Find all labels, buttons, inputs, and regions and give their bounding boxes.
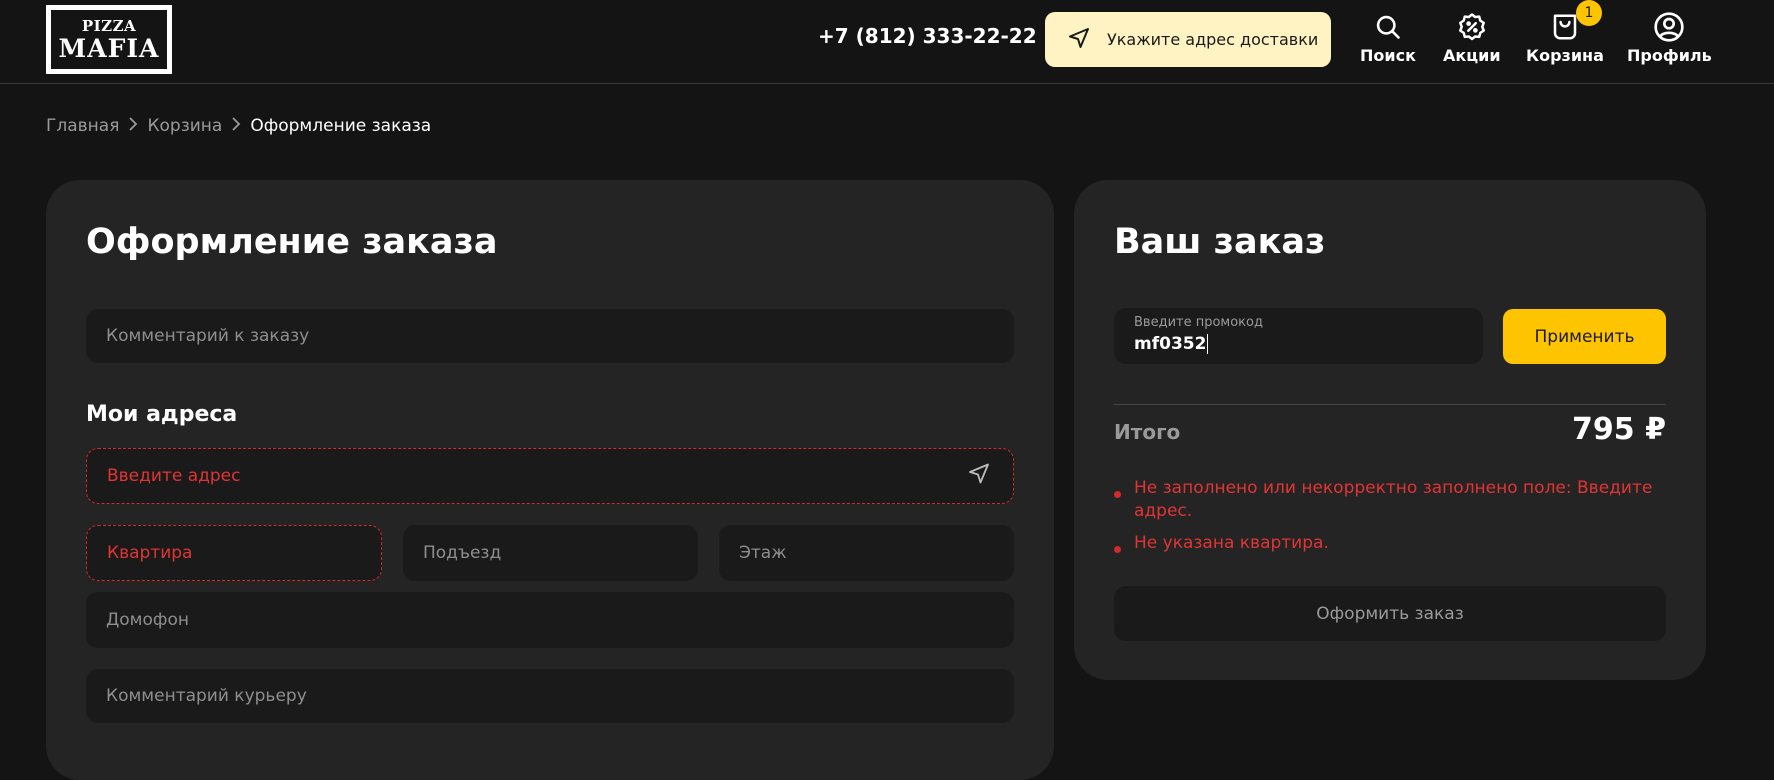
place-order-button[interactable]: Оформить заказ <box>1114 586 1666 641</box>
promo-code-value-wrap: mf0352 <box>1134 334 1209 354</box>
nav-profile-label: Профиль <box>1627 46 1712 65</box>
intercom-placeholder: Домофон <box>106 610 189 630</box>
nav-cart-label: Корзина <box>1526 46 1604 65</box>
nav-profile[interactable]: Профиль <box>1627 10 1712 65</box>
breadcrumb: Главная Корзина Оформление заказа <box>46 116 431 136</box>
order-comment-placeholder: Комментарий к заказу <box>106 326 310 346</box>
breadcrumb-current: Оформление заказа <box>250 116 432 136</box>
promo-code-field[interactable]: Введите промокод mf0352 <box>1114 308 1483 364</box>
search-icon <box>1371 10 1405 44</box>
error-message: Не заполнено или некорректно заполнено п… <box>1114 477 1666 523</box>
divider <box>1114 404 1666 405</box>
checkout-title: Оформление заказа <box>86 222 498 262</box>
order-summary-title: Ваш заказ <box>1114 222 1326 262</box>
header: PIZZA MAFIA +7 (812) 333-22-22 Укажите а… <box>0 0 1774 84</box>
location-arrow-icon[interactable] <box>967 462 991 491</box>
logo-line-2: MAFIA <box>58 33 160 63</box>
order-summary-card: Ваш заказ Введите промокод mf0352 Примен… <box>1074 180 1706 680</box>
nav-cart[interactable]: 1 Корзина <box>1526 0 1604 65</box>
checkout-form-card: Оформление заказа Комментарий к заказу М… <box>46 180 1054 780</box>
discount-icon <box>1455 10 1489 44</box>
address-placeholder: Введите адрес <box>107 466 241 486</box>
apartment-placeholder: Квартира <box>107 543 193 563</box>
nav-promotions[interactable]: Акции <box>1443 10 1501 65</box>
logo-line-1: PIZZA <box>81 16 137 35</box>
entrance-placeholder: Подъезд <box>423 543 502 563</box>
floor-field[interactable]: Этаж <box>719 525 1014 581</box>
nav-promotions-label: Акции <box>1443 46 1501 65</box>
validation-errors: Не заполнено или некорректно заполнено п… <box>1114 477 1666 564</box>
courier-comment-field[interactable]: Комментарий курьеру <box>86 669 1014 723</box>
total-label: Итого <box>1114 420 1181 444</box>
chevron-right-icon <box>127 117 139 135</box>
chevron-right-icon <box>230 117 242 135</box>
nav-search-label: Поиск <box>1360 46 1416 65</box>
breadcrumb-cart[interactable]: Корзина <box>147 116 222 136</box>
navigation-arrow-icon <box>1067 26 1091 54</box>
text-caret <box>1207 334 1209 354</box>
breadcrumb-home[interactable]: Главная <box>46 116 119 136</box>
floor-placeholder: Этаж <box>739 543 787 563</box>
courier-comment-placeholder: Комментарий курьеру <box>106 686 307 706</box>
logo[interactable]: PIZZA MAFIA <box>46 5 172 74</box>
profile-icon <box>1652 10 1686 44</box>
promo-code-label: Введите промокод <box>1134 315 1263 330</box>
address-field[interactable]: Введите адрес <box>86 448 1014 504</box>
nav-search[interactable]: Поиск <box>1360 10 1416 65</box>
intercom-field[interactable]: Домофон <box>86 592 1014 648</box>
phone-link[interactable]: +7 (812) 333-22-22 <box>818 24 1037 48</box>
addresses-title: Мои адреса <box>86 402 238 427</box>
delivery-address-label: Укажите адрес доставки <box>1107 30 1319 49</box>
entrance-field[interactable]: Подъезд <box>403 525 698 581</box>
cart-count-badge: 1 <box>1576 0 1602 26</box>
apply-promo-button[interactable]: Применить <box>1503 309 1666 364</box>
total-value: 795 ₽ <box>1572 412 1666 447</box>
apartment-field[interactable]: Квартира <box>86 525 382 581</box>
order-comment-field[interactable]: Комментарий к заказу <box>86 309 1014 363</box>
delivery-address-button[interactable]: Укажите адрес доставки <box>1045 12 1331 67</box>
error-message: Не указана квартира. <box>1114 532 1666 555</box>
promo-code-value: mf0352 <box>1134 334 1207 354</box>
